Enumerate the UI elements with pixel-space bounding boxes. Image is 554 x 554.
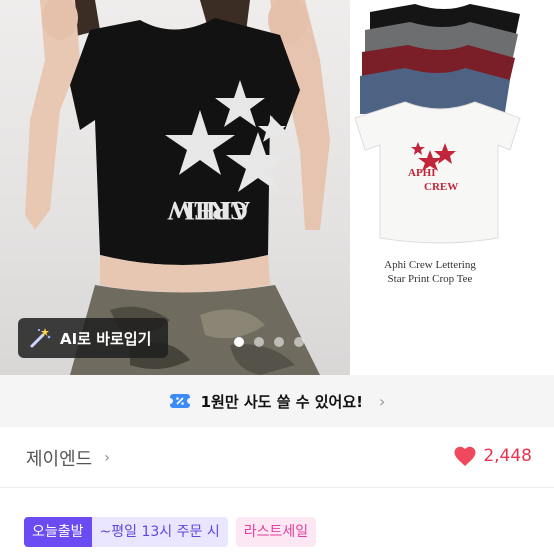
like-count: 2,448 [483,446,532,466]
carousel-dot[interactable] [274,337,284,347]
shirt-print-text-2: CREW [167,196,248,225]
shop-info-row: 제이엔드 › 2,448 [0,427,554,487]
last-sale-badge: 라스트세일 [235,517,317,547]
carousel-dot[interactable] [254,337,264,347]
product-caption: Aphi Crew Lettering Star Print Crop Tee [370,258,490,286]
carousel-indicator [234,337,304,347]
product-caption-line1: Aphi Crew Lettering [384,259,476,271]
product-caption-line2: Star Print Crop Tee [387,273,473,285]
magic-wand-icon [30,328,51,348]
svg-text:CREW: CREW [424,181,458,193]
section-divider [0,487,554,488]
brand-name: 제이엔드 [26,449,93,470]
coupon-promo-banner[interactable]: 1원만 사도 쓸 수 있어요! › [0,375,554,427]
heart-icon [454,446,476,466]
product-image-carousel[interactable]: APHI CREW APHI CREW Aphi Crew Lettering … [0,0,554,375]
like-button[interactable]: 2,448 [453,445,532,467]
carousel-dot[interactable] [234,337,244,347]
carousel-dot[interactable] [294,337,304,347]
today-shipping-badge: 오늘출발 [24,517,92,547]
coupon-icon [168,394,191,408]
svg-text:APHI: APHI [408,167,436,179]
shipping-badges: 오늘출발 ~평일 13시 주문 시 라스트세일 [24,517,317,547]
tee-stack-illustration: APHI CREW [354,4,521,244]
brand-link[interactable]: 제이엔드 › [26,445,110,471]
promo-text: 1원만 사도 쓸 수 있어요! [200,392,363,411]
ai-try-on-button[interactable]: AI로 바로입기 [18,318,168,358]
chevron-right-icon: › [378,391,386,411]
chevron-right-icon: › [104,450,110,466]
ai-try-on-label: AI로 바로입기 [60,329,152,348]
shipping-cutoff-badge: ~평일 13시 주문 시 [91,517,228,547]
color-variants-photo: APHI CREW Aphi Crew Lettering Star Print… [350,0,554,375]
